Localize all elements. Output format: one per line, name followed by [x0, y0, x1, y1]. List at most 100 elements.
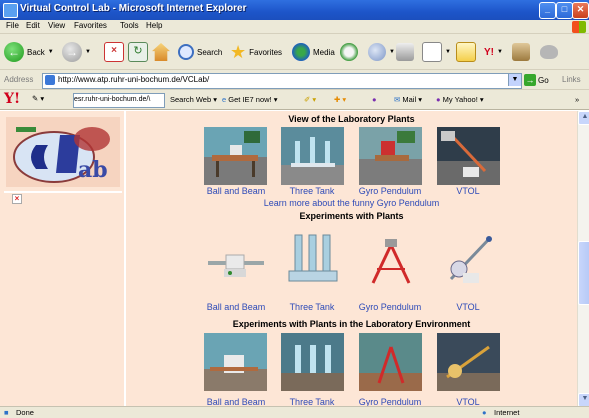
refresh-button[interactable]: ↻: [128, 40, 148, 64]
media-label: Media: [313, 47, 335, 57]
scroll-thumb[interactable]: [578, 241, 589, 305]
windows-logo-icon: [572, 21, 586, 33]
stop-button[interactable]: ×: [104, 40, 124, 64]
back-label: Back: [27, 47, 45, 57]
three-tank-env-image[interactable]: [281, 333, 344, 391]
menu-favorites[interactable]: Favorites: [74, 21, 107, 30]
go-arrow-icon: →: [524, 74, 536, 86]
link-gyro-pendulum-2[interactable]: Gyro Pendulum: [345, 302, 435, 312]
three-tank-lab-image[interactable]: [281, 127, 344, 185]
broken-image-icon: ×: [12, 194, 22, 204]
yahoo-search-input[interactable]: esr.ruhr-uni-bochum.de/\: [73, 93, 165, 108]
internet-zone-icon: ●: [482, 408, 487, 417]
address-dropdown-button[interactable]: ▼: [508, 74, 521, 86]
forward-arrow-icon: →: [62, 42, 82, 62]
star-icon: ★: [230, 42, 247, 62]
edit-page-icon: [422, 42, 442, 62]
mail-icon: [368, 43, 386, 61]
go-label: Go: [538, 75, 549, 85]
mail-button[interactable]: ▼: [368, 40, 395, 64]
messenger-button[interactable]: [540, 40, 558, 64]
page-icon: [45, 75, 55, 85]
mail-link[interactable]: ✉ Mail ▾: [394, 95, 422, 104]
link-vtol-3[interactable]: VTOL: [423, 397, 513, 406]
refresh-icon: ↻: [128, 42, 148, 62]
vclab-logo[interactable]: ab: [6, 117, 120, 187]
home-icon: [152, 43, 170, 61]
sidebar-divider: [4, 191, 122, 193]
highlight-icon[interactable]: ✐ ▾: [304, 95, 316, 104]
three-tank-model-image[interactable]: [281, 229, 344, 287]
mail-envelope-icon: ✉: [394, 95, 401, 104]
address-bar: Address http://www.atp.ruhr-uni-bochum.d…: [0, 70, 589, 90]
history-icon: [340, 43, 358, 61]
title-bar: Virtual Control Lab - Microsoft Internet…: [0, 0, 589, 20]
yahoo-toolbar-button[interactable]: Y! ▼: [484, 40, 503, 64]
maximize-button[interactable]: □: [556, 2, 573, 19]
ball-and-beam-env-image[interactable]: [204, 333, 267, 391]
vtol-model-image[interactable]: [437, 229, 500, 287]
home-button[interactable]: [152, 40, 170, 64]
link-vtol-1[interactable]: VTOL: [423, 186, 513, 196]
discuss-icon: [456, 42, 476, 62]
research-icon: [512, 43, 530, 61]
history-button[interactable]: [340, 40, 358, 64]
edit-button[interactable]: ▼: [422, 40, 451, 64]
scroll-up-button[interactable]: ▲: [578, 111, 589, 125]
link-vtol-2[interactable]: VTOL: [423, 302, 513, 312]
window-title: Virtual Control Lab - Microsoft Internet…: [20, 3, 247, 14]
bookmark-icon[interactable]: ✚ ▾: [334, 95, 346, 104]
link-three-tank-2[interactable]: Three Tank: [267, 302, 357, 312]
address-url: http://www.atp.ruhr-uni-bochum.de/VCLab/: [58, 75, 210, 84]
menu-edit[interactable]: Edit: [26, 21, 40, 30]
menu-help[interactable]: Help: [146, 21, 162, 30]
my-yahoo-link[interactable]: ● My Yahoo! ▾: [436, 95, 484, 104]
go-button[interactable]: → Go: [524, 74, 549, 86]
pencil-icon[interactable]: ✎ ▾: [32, 94, 44, 103]
messenger-icon: [540, 45, 558, 59]
link-three-tank-1[interactable]: Three Tank: [267, 186, 357, 196]
section-title-lab-environment: Experiments with Plants in the Laborator…: [232, 319, 471, 329]
ie-icon: [3, 3, 18, 18]
research-button[interactable]: [512, 40, 530, 64]
search-button[interactable]: Search: [178, 40, 222, 64]
gyro-pendulum-model-image[interactable]: [359, 233, 422, 291]
get-ie7-button[interactable]: e Get IE7 now! ▾: [222, 95, 277, 104]
media-button[interactable]: Media: [292, 40, 335, 64]
scroll-down-button[interactable]: ▼: [578, 393, 589, 407]
close-button[interactable]: ✕: [572, 2, 589, 19]
learn-more-gyro-link[interactable]: Learn more about the funny Gyro Pendulum: [126, 198, 577, 208]
address-input[interactable]: http://www.atp.ruhr-uni-bochum.de/VCLab/…: [42, 73, 522, 89]
yahoo-logo[interactable]: Y!: [4, 91, 20, 107]
vertical-scrollbar[interactable]: ▲ ▼: [577, 111, 589, 407]
minimize-button[interactable]: _: [539, 2, 556, 19]
address-label: Address: [4, 75, 34, 84]
back-button[interactable]: ← Back ▼: [4, 40, 54, 64]
vtol-lab-image[interactable]: [437, 127, 500, 185]
page-content: ab × View of the Laboratory Plants Ball …: [0, 111, 577, 406]
menu-view[interactable]: View: [48, 21, 65, 30]
gyro-pendulum-env-image[interactable]: [359, 333, 422, 391]
yahoo-search-text: esr.ruhr-uni-bochum.de/\: [74, 96, 151, 103]
link-gyro-pendulum-3[interactable]: Gyro Pendulum: [345, 397, 435, 406]
menu-tools[interactable]: Tools: [120, 21, 139, 30]
link-three-tank-3[interactable]: Three Tank: [267, 397, 357, 406]
ball-and-beam-lab-image[interactable]: [204, 127, 267, 185]
discuss-button[interactable]: [456, 40, 476, 64]
vtol-env-image[interactable]: [437, 333, 500, 391]
yahoo-circle-icon[interactable]: ●: [372, 95, 377, 104]
status-page-icon: ■: [4, 408, 9, 417]
menu-file[interactable]: File: [6, 21, 19, 30]
search-web-button[interactable]: Search Web ▾: [170, 95, 217, 104]
yahoo-icon: Y!: [484, 46, 494, 58]
link-gyro-pendulum-1[interactable]: Gyro Pendulum: [345, 186, 435, 196]
print-button[interactable]: [396, 40, 414, 64]
toolbar-overflow-icon[interactable]: »: [575, 95, 579, 104]
section-title-experiments: Experiments with Plants: [299, 211, 404, 221]
ball-and-beam-model-image[interactable]: [204, 235, 267, 293]
forward-button[interactable]: → ▼: [62, 40, 91, 64]
gyro-pendulum-lab-image[interactable]: [359, 127, 422, 185]
links-button[interactable]: Links: [562, 75, 581, 84]
yahoo-toolbar: Y! ✎ ▾ esr.ruhr-uni-bochum.de/\ Search W…: [0, 90, 589, 110]
favorites-button[interactable]: ★ Favorites: [230, 40, 282, 64]
